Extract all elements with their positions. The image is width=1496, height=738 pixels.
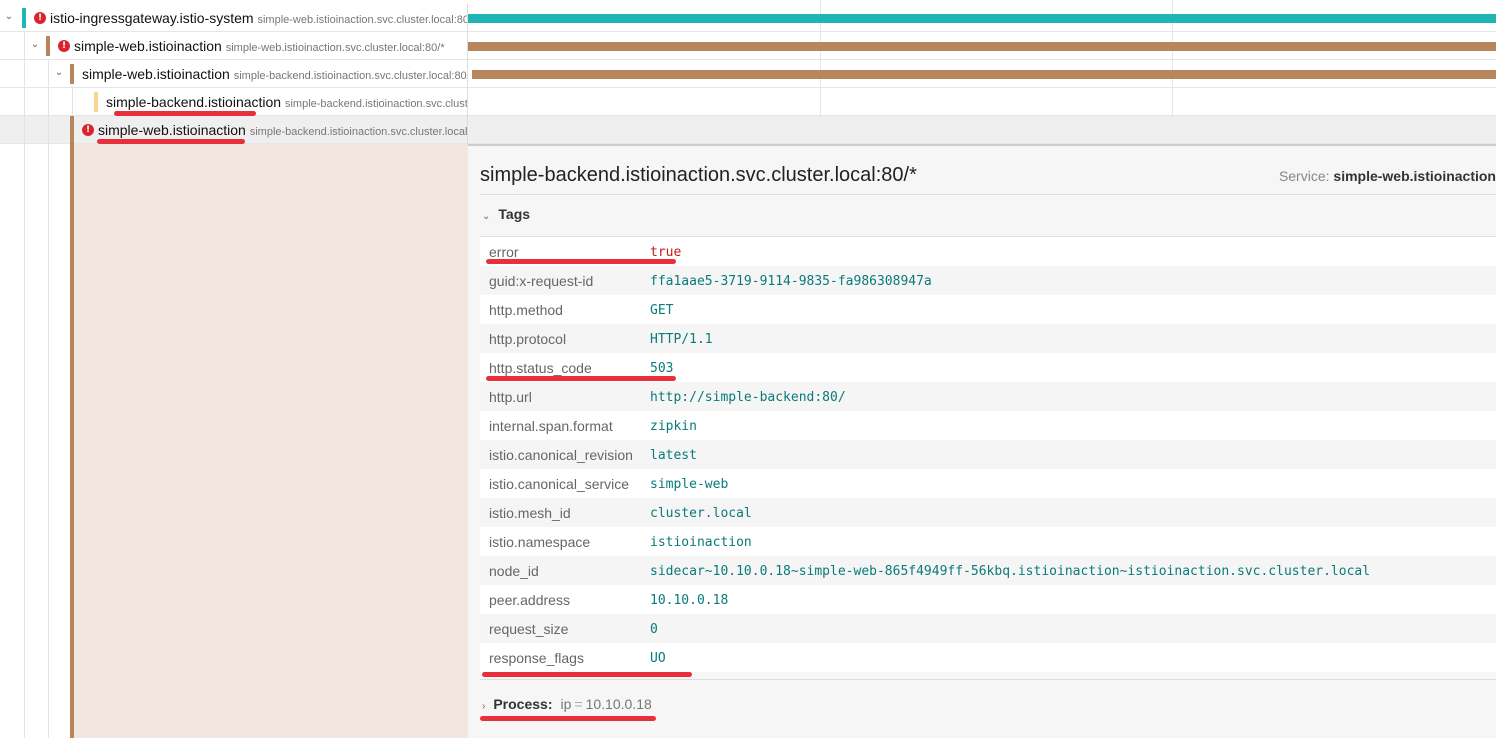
span-bar[interactable]: [472, 70, 1496, 79]
tag-row: istio.mesh_id cluster.local: [480, 498, 1496, 527]
tag-row: http.protocol HTTP/1.1: [480, 324, 1496, 353]
tags-table: error true guid:x-request-id ffa1aae5-3719…: [480, 236, 1496, 672]
tag-row: http.method GET: [480, 295, 1496, 324]
chevron-down-icon[interactable]: ⌄: [4, 11, 14, 22]
error-icon: !: [34, 12, 46, 24]
chevron-down-icon[interactable]: ⌄: [30, 39, 40, 50]
highlight-underline: [486, 259, 676, 264]
highlight-underline: [486, 376, 676, 381]
tag-row: istio.canonical_service simple-web: [480, 469, 1496, 498]
span-name[interactable]: simple-web.istioinaction simple-backend.…: [98, 122, 467, 138]
service-color-bar: [70, 64, 74, 84]
highlight-underline: [97, 139, 245, 144]
span-row[interactable]: ⌄ ! istio-ingressgateway.istio-system si…: [0, 4, 1496, 32]
span-name[interactable]: simple-backend.istioinaction simple-back…: [106, 94, 467, 110]
tag-row: response_flags UO: [480, 643, 1496, 672]
error-icon: !: [82, 124, 94, 136]
span-name[interactable]: simple-web.istioinaction simple-web.isti…: [74, 38, 445, 54]
tag-row: peer.address 10.10.0.18: [480, 585, 1496, 614]
span-detail-gutter: [0, 144, 468, 738]
span-name[interactable]: simple-web.istioinaction simple-backend.…: [82, 66, 467, 82]
error-icon: !: [58, 40, 70, 52]
span-row[interactable]: ⌄ simple-web.istioinaction simple-backen…: [0, 60, 1496, 88]
chevron-down-icon[interactable]: ⌄: [54, 67, 64, 78]
tags-toggle[interactable]: ⌄ Tags: [482, 206, 530, 222]
tag-row: request_size 0: [480, 614, 1496, 643]
highlight-underline: [482, 672, 692, 677]
tag-row: node_id sidecar~10.10.0.18~simple-web-865…: [480, 556, 1496, 585]
chevron-down-icon: ⌄: [482, 211, 491, 222]
span-name[interactable]: istio-ingressgateway.istio-system simple…: [50, 10, 467, 26]
span-detail-pane: simple-backend.istioinaction.svc.cluster…: [468, 144, 1496, 738]
process-toggle[interactable]: › Process: ip = 10.10.0.18: [482, 696, 652, 712]
service-color-bar: [22, 8, 26, 28]
tag-row: istio.namespace istioinaction: [480, 527, 1496, 556]
span-row[interactable]: ⌄ ! simple-web.istioinaction simple-web.…: [0, 32, 1496, 60]
span-detail-title: simple-backend.istioinaction.svc.cluster…: [480, 164, 917, 186]
tag-row: guid:x-request-id ffa1aae5-3719-9114-9835…: [480, 266, 1496, 295]
highlight-underline: [480, 716, 656, 721]
chevron-right-icon: ›: [482, 701, 486, 712]
highlight-underline: [114, 111, 256, 116]
span-bar[interactable]: [468, 42, 1496, 51]
tag-row: http.url http://simple-backend:80/: [480, 382, 1496, 411]
tag-row: internal.span.format zipkin: [480, 411, 1496, 440]
service-color-bar: [70, 116, 74, 144]
tag-row: istio.canonical_revision latest: [480, 440, 1496, 469]
service-color-bar: [46, 36, 50, 56]
service-color-bar: [94, 92, 98, 112]
span-bar[interactable]: [468, 14, 1496, 23]
span-detail-service: Service: simple-web.istioinaction: [1278, 168, 1496, 184]
